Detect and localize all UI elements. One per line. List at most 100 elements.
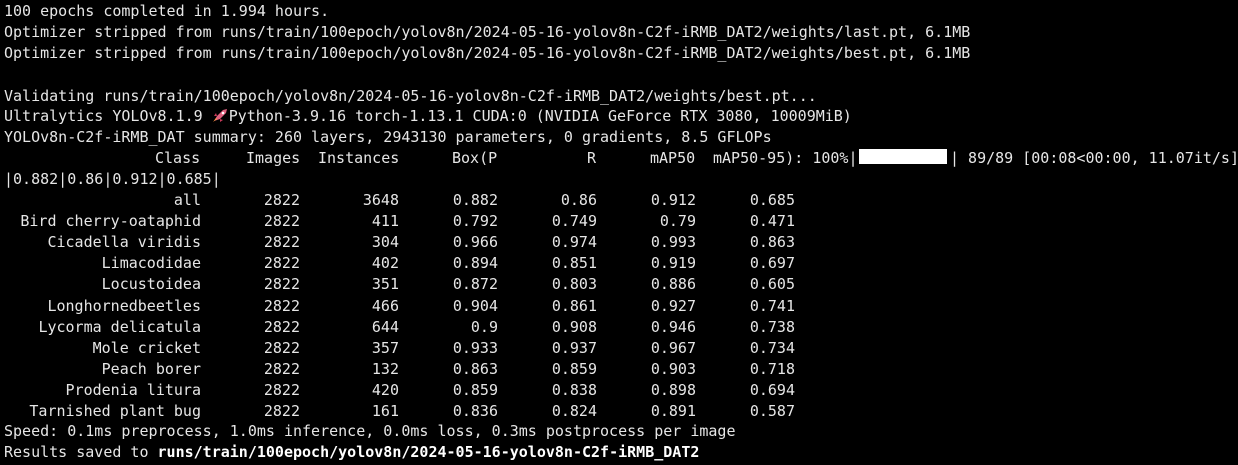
cell-images: 2822 <box>263 191 300 209</box>
cell-map50-95: 0.587 <box>749 402 795 420</box>
cell-class: Cicadella viridis <box>47 233 201 251</box>
cell-class: Tarnished plant bug <box>29 402 201 420</box>
rocket-icon <box>212 108 229 123</box>
cell-class: Peach borer <box>101 360 201 378</box>
cell-instances: 351 <box>371 275 399 293</box>
cell-instances: 644 <box>371 318 399 336</box>
cell-map50: 0.946 <box>650 318 696 336</box>
cell-precision: 0.966 <box>452 233 498 251</box>
cell-recall: 0.86 <box>560 191 597 209</box>
cell-map50-95: 0.605 <box>749 275 795 293</box>
cell-images: 2822 <box>263 402 300 420</box>
cell-precision: 0.9 <box>470 318 498 336</box>
ultralytics-prefix: Ultralytics YOLOv8.1.9 <box>4 107 212 125</box>
speed-line: Speed: 0.1ms preprocess, 1.0ms inference… <box>4 422 736 440</box>
cell-class: Bird cherry-oataphid <box>20 212 201 230</box>
cell-map50: 0.993 <box>650 233 696 251</box>
cell-map50: 0.967 <box>650 339 696 357</box>
cell-map50: 0.898 <box>650 381 696 399</box>
cell-recall: 0.838 <box>551 381 597 399</box>
cell-precision: 0.863 <box>452 360 498 378</box>
cell-class: Lycorma delicatula <box>38 318 201 336</box>
cell-images: 2822 <box>263 339 300 357</box>
cell-map50: 0.912 <box>650 191 696 209</box>
cell-instances: 357 <box>371 339 399 357</box>
header-r: R <box>587 149 597 167</box>
cell-recall: 0.937 <box>551 339 597 357</box>
cell-class: Prodenia litura <box>65 381 201 399</box>
cell-class: Mole cricket <box>92 339 201 357</box>
epochs-line: 100 epochs completed in 1.994 hours. <box>4 2 330 20</box>
cell-instances: 466 <box>371 297 399 315</box>
results-line: Results saved to runs/train/100epoch/yol… <box>4 442 699 463</box>
cell-class: Limacodidae <box>101 254 201 272</box>
cell-images: 2822 <box>263 297 300 315</box>
terminal-window[interactable]: 100 epochs completed in 1.994 hours. Opt… <box>0 0 1238 465</box>
cell-map50: 0.891 <box>650 402 696 420</box>
cell-instances: 161 <box>371 402 399 420</box>
cell-images: 2822 <box>263 254 300 272</box>
cell-recall: 0.803 <box>551 275 597 293</box>
cell-precision: 0.904 <box>452 297 498 315</box>
cell-precision: 0.792 <box>452 212 498 230</box>
cell-recall: 0.749 <box>551 212 597 230</box>
cell-map50-95: 0.738 <box>749 318 795 336</box>
results-path[interactable]: runs/train/100epoch/yolov8n/2024-05-16-y… <box>158 443 700 461</box>
cell-map50-95: 0.685 <box>749 191 795 209</box>
cell-class: Longhornedbeetles <box>47 297 201 315</box>
cell-images: 2822 <box>263 360 300 378</box>
cell-map50-95: 0.718 <box>749 360 795 378</box>
header-map50-95: mAP50-95): 100%| <box>713 149 858 167</box>
cell-map50-95: 0.734 <box>749 339 795 357</box>
ultralytics-suffix: Python-3.9.16 torch-1.13.1 CUDA:0 (NVIDI… <box>228 107 852 125</box>
cell-precision: 0.859 <box>452 381 498 399</box>
results-prefix: Results saved to <box>4 443 158 461</box>
progress-status: | 89/89 [00:08<00:00, 11.07it/s] <box>950 149 1238 167</box>
header-box-p: Box(P <box>452 149 498 167</box>
cell-instances: 420 <box>371 381 399 399</box>
cell-map50: 0.919 <box>650 254 696 272</box>
cell-instances: 304 <box>371 233 399 251</box>
header-map50: mAP50 <box>650 149 696 167</box>
header-images: Images <box>246 149 301 167</box>
cell-map50-95: 0.471 <box>749 212 795 230</box>
cell-precision: 0.836 <box>452 402 498 420</box>
cell-instances: 411 <box>371 212 399 230</box>
optimizer-best-line: Optimizer stripped from runs/train/100ep… <box>4 44 971 62</box>
cell-recall: 0.908 <box>551 318 597 336</box>
header-class: Class <box>155 149 201 167</box>
cell-map50-95: 0.863 <box>749 233 795 251</box>
cell-images: 2822 <box>263 381 300 399</box>
cell-map50-95: 0.697 <box>749 254 795 272</box>
cell-precision: 0.882 <box>452 191 498 209</box>
cell-recall: 0.851 <box>551 254 597 272</box>
progress-bar <box>859 149 947 164</box>
cell-map50-95: 0.694 <box>749 381 795 399</box>
cell-instances: 402 <box>371 254 399 272</box>
cell-recall: 0.824 <box>551 402 597 420</box>
cell-instances: 3648 <box>362 191 399 209</box>
cell-instances: 132 <box>371 360 399 378</box>
cell-images: 2822 <box>263 275 300 293</box>
cell-images: 2822 <box>263 212 300 230</box>
cell-precision: 0.933 <box>452 339 498 357</box>
cell-recall: 0.974 <box>551 233 597 251</box>
cell-precision: 0.894 <box>452 254 498 272</box>
cell-map50: 0.79 <box>659 212 696 230</box>
header-instances: Instances <box>318 149 400 167</box>
cell-map50: 0.927 <box>650 297 696 315</box>
wrapped-metrics-line: |0.882|0.86|0.912|0.685| <box>4 170 221 188</box>
cell-map50: 0.886 <box>650 275 696 293</box>
optimizer-last-line: Optimizer stripped from runs/train/100ep… <box>4 23 971 41</box>
cell-images: 2822 <box>263 233 300 251</box>
cell-recall: 0.861 <box>551 297 597 315</box>
ultralytics-line: Ultralytics YOLOv8.1.9 Python-3.9.16 tor… <box>4 106 852 127</box>
validating-line: Validating runs/train/100epoch/yolov8n/2… <box>4 87 817 105</box>
cell-map50-95: 0.741 <box>749 297 795 315</box>
cell-precision: 0.872 <box>452 275 498 293</box>
cell-class: Locustoidea <box>101 275 201 293</box>
cell-images: 2822 <box>263 318 300 336</box>
cell-recall: 0.859 <box>551 360 597 378</box>
cell-class: all <box>173 191 201 209</box>
cell-map50: 0.903 <box>650 360 696 378</box>
